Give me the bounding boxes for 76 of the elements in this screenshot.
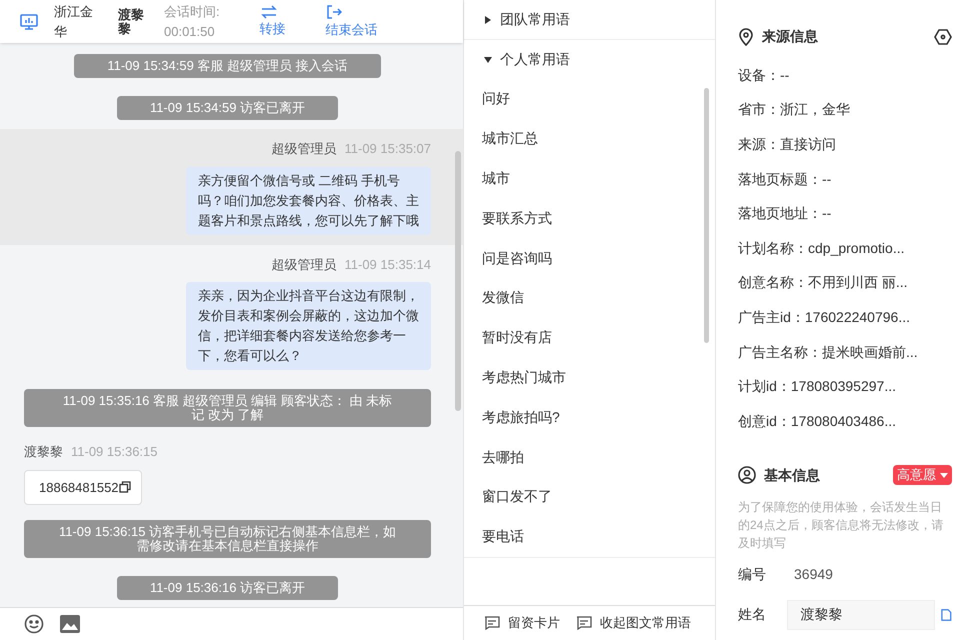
end-session-button[interactable]: 结束会话 (326, 4, 378, 40)
message-row[interactable]: 超级管理员 11-09 15:35:14 亲亲，因为企业抖音平台这边有限制，发价目表和案例会屏蔽的，这边加个微信，把详细套餐内容发送给您参考一下，您看可以么？ (0, 244, 463, 380)
info-row-text: 创意id：178080403486... (738, 412, 897, 431)
caret-icon (484, 16, 492, 24)
duration-label: 会话时间: (164, 2, 220, 20)
location-pin-icon (738, 28, 754, 46)
sender-name: 超级管理员 (272, 140, 336, 158)
emoji-icon[interactable] (24, 614, 44, 634)
exit-icon (326, 4, 342, 20)
phrase-item[interactable]: 要联系方式 (464, 198, 715, 238)
phrase-group-header[interactable]: 个人常用语 (464, 40, 715, 79)
info-row-text: 计划id：178080395297... (738, 377, 897, 396)
info-row-text: 创意名称：不用到川西 丽... (738, 273, 909, 292)
message-time: 11-09 15:35:07 (344, 140, 431, 158)
agent-message-bubble: 亲亲，因为企业抖音平台这边有限制，发价目表和案例会屏蔽的，这边加个微信，把详细套餐内容发送给您参考一下，您看可以么？ (186, 282, 431, 370)
monitor-icon (20, 14, 38, 30)
system-message: 11-09 15:36:16 访客已离开 (116, 576, 338, 600)
intent-dropdown[interactable]: 高意愿 (893, 465, 952, 486)
hexagon-icon[interactable] (934, 28, 952, 44)
scrollbar-thumb[interactable] (704, 88, 709, 343)
scrollbar-thumb[interactable] (455, 151, 461, 411)
phrase-item[interactable]: 要电话 (464, 516, 715, 557)
system-message: 11-09 15:35:16 客服 超级管理员 编辑 顾客状态： 由 未标记 改为 了解 (24, 389, 431, 427)
sender-name: 超级管理员 (272, 256, 336, 274)
swap-icon (260, 4, 278, 18)
message-text: 18868481552 (39, 478, 119, 496)
footer-button[interactable]: 收起图文常用语 (576, 613, 691, 633)
phrase-item[interactable]: 窗口发不了 (464, 476, 715, 517)
section-title: 来源信息 (762, 27, 819, 46)
message-icon (576, 616, 592, 630)
phrase-item[interactable]: 发微信 (464, 278, 715, 318)
message-time: 11-09 15:36:15 (71, 443, 158, 461)
phrase-item[interactable]: 问是咨询吗 (464, 238, 715, 278)
phrase-group-header[interactable]: 团队常用语 (464, 0, 715, 39)
phrase-item[interactable]: 考虑旅拍吗? (464, 397, 715, 438)
visitor-name: 渡黎黎 (118, 8, 145, 36)
system-message: 11-09 15:36:15 访客手机号已自动标记右侧基本信息栏，如需修改请在基本信息栏直接操作 (24, 520, 431, 558)
image-icon[interactable] (60, 615, 80, 633)
caret-icon (940, 472, 948, 478)
duration-value: 00:01:50 (164, 22, 216, 40)
field-value: 36949 (794, 565, 833, 584)
file-icon[interactable] (941, 608, 952, 622)
sender-name: 渡黎黎 (24, 443, 63, 461)
field-label: 编号 (738, 565, 767, 584)
user-circle-icon (738, 466, 756, 484)
message-icon (484, 616, 500, 630)
phrase-item[interactable]: 城市 (464, 158, 715, 198)
system-message: 11-09 15:34:59 访客已离开 (116, 96, 338, 120)
message-row[interactable]: 超级管理员 11-09 15:35:07 亲方便留个微信号或 二维码 手机号吗？咱们加您发套餐内容、价格表、主题客片和景点路线，您可以先了解下哦 (0, 129, 463, 244)
group-title: 个人常用语 (500, 50, 570, 69)
info-row-text: 广告主名称：提米映画婚前... (738, 342, 919, 362)
phrase-item[interactable]: 去哪拍 (464, 437, 715, 477)
info-row-text: 落地页标题：-- (738, 170, 832, 189)
field-label: 姓名 (738, 605, 767, 624)
notice-text: 为了保障您的使用体验，会话发生当日的24点之后，顾客信息将无法修改，请及时填写 (738, 498, 944, 552)
phrase-item[interactable]: 城市汇总 (464, 118, 715, 159)
info-row-text: 省市：浙江，金华 (738, 100, 851, 120)
name-field[interactable]: 渡黎黎 (787, 600, 936, 630)
footer-button[interactable]: 留资卡片 (484, 613, 560, 633)
message-time: 11-09 15:35:14 (344, 256, 431, 274)
caret-icon (484, 56, 492, 64)
info-row-text: 广告主id：176022240796... (738, 308, 911, 327)
phrase-item[interactable]: 考虑热门城市 (464, 358, 715, 398)
group-title: 团队常用语 (500, 10, 570, 29)
info-row-text: 计划名称：cdp_promotio... (738, 238, 906, 258)
system-message: 11-09 15:34:59 客服 超级管理员 接入会话 (74, 54, 381, 78)
transfer-button[interactable]: 转接 (260, 4, 286, 38)
visitor-location: 浙江金华 (54, 2, 94, 40)
info-row-text: 来源：直接访问 (738, 134, 837, 154)
copy-icon[interactable] (118, 481, 131, 494)
phrase-item[interactable]: 暂时没有店 (464, 318, 715, 358)
section-title: 基本信息 (764, 466, 821, 485)
info-row-text: 设备：-- (738, 66, 790, 85)
info-row-text: 落地页地址：-- (738, 204, 832, 224)
agent-message-bubble: 亲方便留个微信号或 二维码 手机号吗？咱们加您发套餐内容、价格表、主题客片和景点路线，您可以先了解下哦 (186, 166, 431, 234)
phrase-item[interactable]: 问好 (464, 79, 715, 119)
